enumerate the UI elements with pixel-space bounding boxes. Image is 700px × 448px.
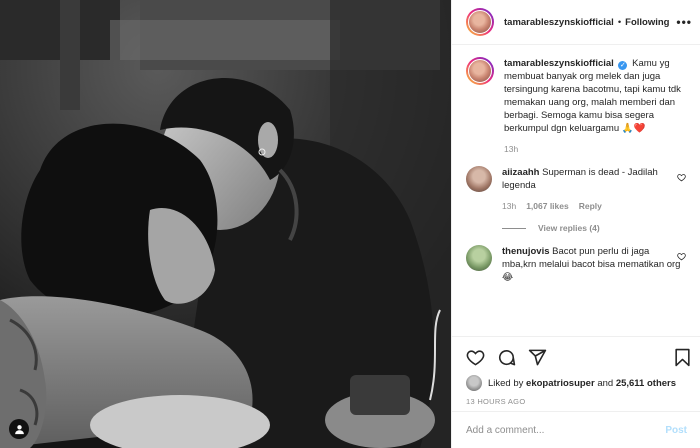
- comment-likes[interactable]: 1,067 likes: [526, 200, 569, 213]
- caption-meta: 13h: [504, 143, 684, 156]
- liked-by-prefix: Liked by: [488, 377, 524, 389]
- comment-avatar[interactable]: [466, 245, 492, 271]
- comment-icon[interactable]: [497, 348, 516, 367]
- heart-icon[interactable]: [466, 348, 485, 367]
- comment-heart-icon[interactable]: [677, 173, 686, 182]
- caption-text: tamarableszynskiofficial ✓ Kamu yg membu…: [504, 57, 684, 156]
- liker-avatar[interactable]: [466, 375, 482, 391]
- comment-meta: 13h 1,067 likes Reply: [502, 200, 682, 213]
- comment-item: thenujovis Bacot pun perlu di jaga mba,k…: [466, 245, 686, 284]
- liked-by: Liked by ekopatriosuper and 25,611 other…: [466, 375, 691, 391]
- comment-time[interactable]: 13h: [502, 200, 516, 213]
- caption-body: Kamu yg membuat banyak org melek dan jug…: [504, 58, 681, 134]
- post-comment-button[interactable]: Post: [665, 425, 687, 436]
- post-photo[interactable]: [0, 0, 451, 448]
- comment-text: aiizaahh Superman is dead - Jadilah lege…: [502, 166, 682, 213]
- comments-list[interactable]: tamarableszynskiofficial ✓ Kamu yg membu…: [452, 45, 700, 363]
- photo-image: [0, 0, 451, 448]
- share-icon[interactable]: [528, 348, 547, 367]
- user-tag-icon: [14, 424, 24, 434]
- liker-username[interactable]: ekopatriosuper: [526, 378, 595, 389]
- post-modal: tamarableszynskiofficial • Following •••…: [0, 0, 700, 448]
- post-actions: Liked by ekopatriosuper and 25,611 other…: [452, 336, 700, 406]
- liked-by-and: and: [597, 377, 614, 389]
- comment-username[interactable]: aiizaahh: [502, 167, 540, 178]
- comment-input[interactable]: [466, 424, 666, 436]
- view-replies-button[interactable]: View replies (4): [502, 223, 686, 233]
- more-options-icon[interactable]: •••: [676, 15, 692, 29]
- comment-heart-icon[interactable]: [677, 252, 686, 261]
- bookmark-icon[interactable]: [674, 348, 691, 367]
- author-avatar[interactable]: [466, 8, 494, 36]
- add-comment-bar: Post: [452, 411, 700, 448]
- action-icons: [466, 345, 691, 369]
- caption-username[interactable]: tamarableszynskiofficial: [504, 58, 614, 69]
- comment-item: aiizaahh Superman is dead - Jadilah lege…: [466, 166, 686, 213]
- separator-dot: •: [617, 16, 622, 28]
- comment-username[interactable]: thenujovis: [502, 246, 550, 257]
- view-replies-label: View replies (4): [538, 223, 600, 233]
- others-count[interactable]: 25,611 others: [616, 378, 676, 389]
- replies-divider: [502, 227, 526, 229]
- comment-text: thenujovis Bacot pun perlu di jaga mba,k…: [502, 245, 682, 284]
- author-info: tamarableszynskiofficial • Following: [504, 17, 669, 28]
- caption-time[interactable]: 13h: [504, 143, 518, 156]
- post-time-ago[interactable]: 13 HOURS AGO: [466, 397, 691, 406]
- caption-avatar[interactable]: [466, 57, 494, 85]
- caption-item: tamarableszynskiofficial ✓ Kamu yg membu…: [466, 57, 686, 156]
- author-username[interactable]: tamarableszynskiofficial: [504, 17, 614, 28]
- liked-by-text: Liked by ekopatriosuper and 25,611 other…: [488, 378, 676, 389]
- following-button[interactable]: Following: [625, 17, 669, 28]
- tagged-user-button[interactable]: [9, 419, 29, 439]
- reply-button[interactable]: Reply: [579, 200, 602, 213]
- post-header: tamarableszynskiofficial • Following •••: [452, 0, 700, 45]
- verified-badge-icon: ✓: [618, 61, 628, 70]
- post-sidebar: tamarableszynskiofficial • Following •••…: [451, 0, 700, 448]
- comment-avatar[interactable]: [466, 166, 492, 192]
